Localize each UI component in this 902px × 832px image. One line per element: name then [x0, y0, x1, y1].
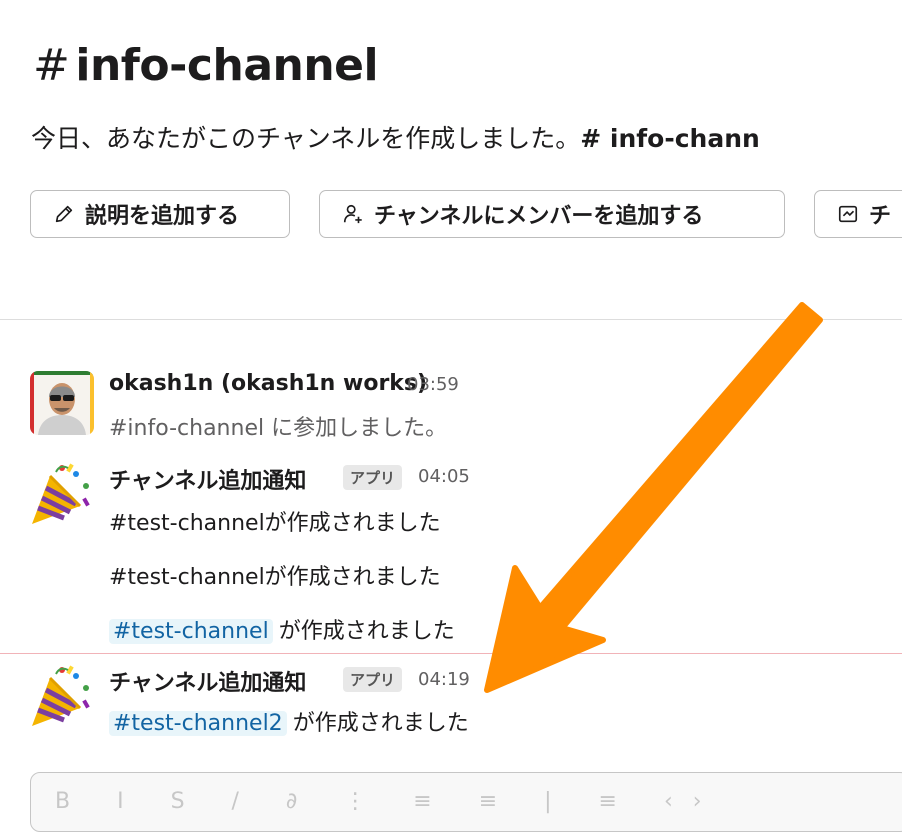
- add-members-button[interactable]: チャンネルにメンバーを追加する: [319, 190, 785, 238]
- app-author[interactable]: チャンネル追加通知: [109, 463, 306, 495]
- app-author[interactable]: チャンネル追加通知: [109, 665, 306, 697]
- app-badge: アプリ: [343, 667, 403, 692]
- new-messages-divider: [0, 653, 902, 654]
- app-avatar[interactable]: [28, 462, 92, 526]
- add-description-button[interactable]: 説明を追加する: [30, 190, 290, 238]
- message-suffix: が作成されました: [292, 711, 469, 736]
- message-text: #test-channelが作成されました: [109, 613, 455, 645]
- channel-title: # info-channel: [33, 40, 379, 91]
- pencil-icon: [55, 205, 73, 223]
- message-text: #test-channelが作成されました: [109, 565, 441, 590]
- message-composer[interactable]: B I S / ∂ ⋮ ≡ ≡ | ≡ ‹›: [30, 772, 902, 832]
- message-text: #test-channelが作成されました: [109, 511, 441, 536]
- user-avatar-image: [30, 371, 94, 435]
- party-popper-icon: [32, 463, 90, 524]
- channel-intro-text: 今日、あなたがこのチャンネルを作成しました。: [31, 124, 581, 153]
- add-description-label: 説明を追加する: [85, 204, 240, 229]
- message-time[interactable]: 04:05: [418, 466, 470, 487]
- message-text: #info-channel に参加しました。: [109, 416, 448, 441]
- add-person-icon: [343, 204, 362, 224]
- third-action-label: チ: [869, 204, 892, 229]
- channel-mention-link[interactable]: #test-channel2: [109, 711, 287, 736]
- message-author[interactable]: okash1n (okash1n works): [109, 371, 427, 396]
- message-text: #test-channel2 が作成されました: [109, 705, 469, 737]
- app-avatar[interactable]: [28, 664, 92, 728]
- channel-hash-icon: #: [33, 40, 70, 91]
- message-suffix: が作成されました: [278, 619, 455, 644]
- workflow-icon: [838, 205, 858, 223]
- channel-intro-link[interactable]: # info-chann: [580, 124, 760, 153]
- channel-intro: 今日、あなたがこのチャンネルを作成しました。# info-chann: [31, 119, 760, 155]
- channel-name: info-channel: [75, 40, 379, 91]
- add-members-label: チャンネルにメンバーを追加する: [374, 204, 704, 229]
- app-badge: アプリ: [343, 465, 403, 490]
- avatar[interactable]: [30, 371, 94, 435]
- message-time[interactable]: 04:19: [418, 669, 470, 690]
- message-time[interactable]: 03:59: [407, 374, 459, 395]
- header-divider: [0, 319, 902, 320]
- party-popper-icon: [32, 665, 90, 726]
- channel-mention-link[interactable]: #test-channel: [109, 619, 273, 644]
- third-action-button[interactable]: チ: [814, 190, 902, 238]
